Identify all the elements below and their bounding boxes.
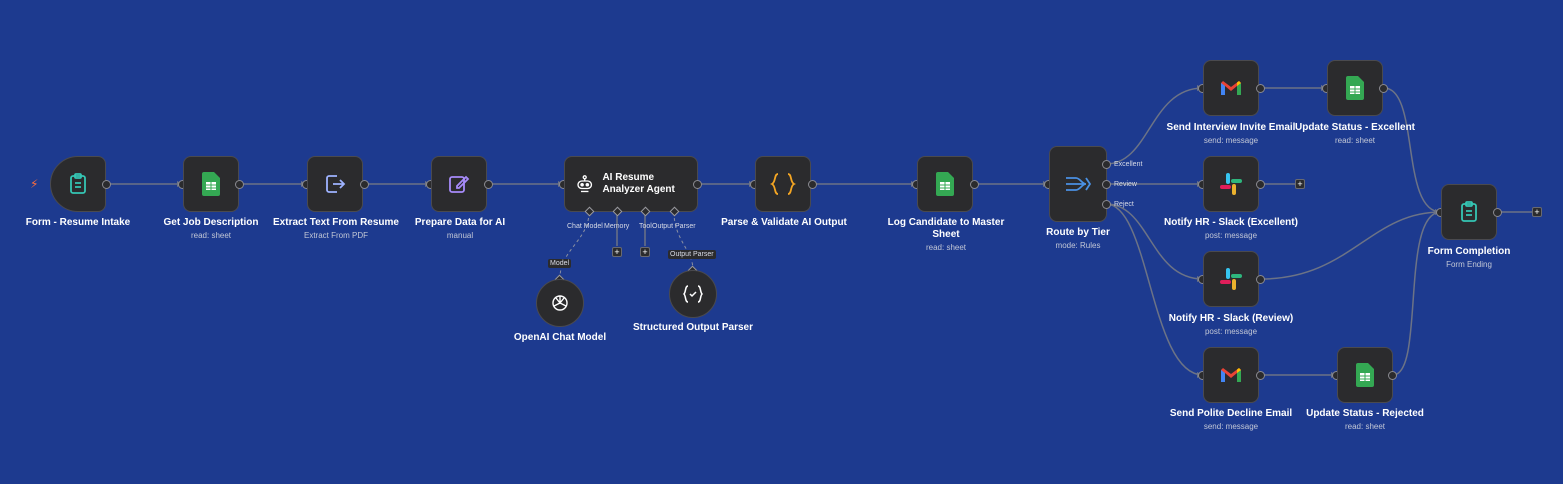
output-port[interactable] (1256, 84, 1265, 93)
split-arrows-icon (1066, 177, 1092, 191)
node-prepare-data[interactable] (431, 156, 487, 212)
google-sheets-icon (1346, 76, 1364, 100)
node-update-status-excellent[interactable] (1327, 60, 1383, 116)
node-label: Send Polite Decline Email send: message (1169, 408, 1293, 431)
node-label: Log Candidate to Master Sheet read: sheet (887, 217, 1005, 252)
output-port[interactable] (808, 180, 817, 189)
node-label: Parse & Validate AI Output (721, 217, 847, 228)
output-port[interactable] (102, 180, 111, 189)
parser-wire (673, 211, 694, 271)
review-output-label: Review (1114, 181, 1137, 188)
output-port[interactable] (1256, 180, 1265, 189)
export-file-icon (326, 175, 346, 193)
output-parser-tag: Output Parser (668, 250, 716, 259)
review-output-port[interactable] (1102, 180, 1111, 189)
output-port[interactable] (360, 180, 369, 189)
node-ai-resume-analyzer-agent[interactable]: AI Resume Analyzer Agent (564, 156, 698, 212)
output-port[interactable] (1388, 371, 1397, 380)
wire (1392, 211, 1442, 376)
node-openai-chat-model[interactable] (536, 279, 584, 327)
node-label: Update Status - Excellent read: sheet (1294, 122, 1416, 145)
gmail-icon (1221, 81, 1241, 95)
excellent-output-label: Excellent (1114, 161, 1143, 168)
reject-output-label: Reject (1114, 201, 1134, 208)
node-label: Form - Resume Intake (25, 217, 131, 228)
excellent-output-port[interactable] (1102, 160, 1111, 169)
node-label: Route by Tier mode: Rules (1046, 227, 1110, 250)
slack-icon (1220, 173, 1242, 195)
google-sheets-icon (202, 172, 220, 196)
node-label: Structured Output Parser (632, 322, 754, 333)
node-label: Update Status - Rejected read: sheet (1306, 408, 1424, 431)
node-label: OpenAI Chat Model (513, 332, 607, 343)
node-parse-validate[interactable] (755, 156, 811, 212)
gmail-icon (1221, 368, 1241, 382)
braces-icon (770, 173, 796, 195)
node-label: Extract Text From Resume Extract From PDF (273, 217, 399, 240)
node-get-job-description[interactable] (183, 156, 239, 212)
node-send-interview-invite[interactable] (1203, 60, 1259, 116)
node-label: Notify HR - Slack (Review) post: message (1168, 313, 1294, 336)
node-log-candidate[interactable] (917, 156, 973, 212)
tool-port-label: Tool (639, 223, 652, 230)
node-label: Form Completion Form Ending (1427, 246, 1511, 269)
add-memory-button[interactable]: + (612, 247, 622, 257)
google-sheets-icon (936, 172, 954, 196)
node-slack-excellent[interactable] (1203, 156, 1259, 212)
output-port[interactable] (1256, 275, 1265, 284)
node-send-decline[interactable] (1203, 347, 1259, 403)
slack-icon (1220, 268, 1242, 290)
google-sheets-icon (1356, 363, 1374, 387)
wire (1383, 87, 1442, 213)
node-form-resume-intake[interactable] (50, 156, 106, 212)
node-route-by-tier[interactable] (1049, 146, 1107, 222)
add-tool-button[interactable]: + (640, 247, 650, 257)
reject-output-port[interactable] (1102, 200, 1111, 209)
output-port[interactable] (1256, 371, 1265, 380)
output-port[interactable] (1493, 208, 1502, 217)
node-label: Send Interview Invite Email send: message (1166, 122, 1296, 145)
agent-title: AI Resume Analyzer Agent (602, 172, 675, 195)
clipboard-icon (70, 173, 86, 194)
node-label: Prepare Data for AI manual (414, 217, 506, 240)
add-node-button[interactable]: + (1532, 207, 1542, 217)
output-port[interactable] (484, 180, 493, 189)
node-extract-text[interactable] (307, 156, 363, 212)
clipboard-icon (1461, 201, 1477, 222)
output-port[interactable] (970, 180, 979, 189)
model-tag: Model (548, 259, 572, 268)
node-update-status-rejected[interactable] (1337, 347, 1393, 403)
output-port[interactable] (235, 180, 244, 189)
node-slack-review[interactable] (1203, 251, 1259, 307)
output-parser-port-label: Output Parser (652, 223, 696, 230)
output-port[interactable] (1379, 84, 1388, 93)
pencil-icon (449, 175, 470, 193)
node-structured-output-parser[interactable] (669, 270, 717, 318)
braces-check-icon (682, 285, 704, 303)
openai-icon (552, 295, 568, 311)
node-label: Get Job Description read: sheet (163, 217, 259, 240)
chat-model-port-label: Chat Model (567, 223, 603, 230)
add-node-button[interactable]: + (1295, 179, 1305, 189)
node-form-completion[interactable] (1441, 184, 1497, 240)
output-port[interactable] (693, 180, 702, 189)
node-label: Notify HR - Slack (Excellent) post: messa… (1164, 217, 1298, 240)
robot-icon (577, 175, 593, 193)
memory-port-label: Memory (604, 223, 630, 230)
trigger-bolt-icon: ⚡ (30, 177, 39, 191)
